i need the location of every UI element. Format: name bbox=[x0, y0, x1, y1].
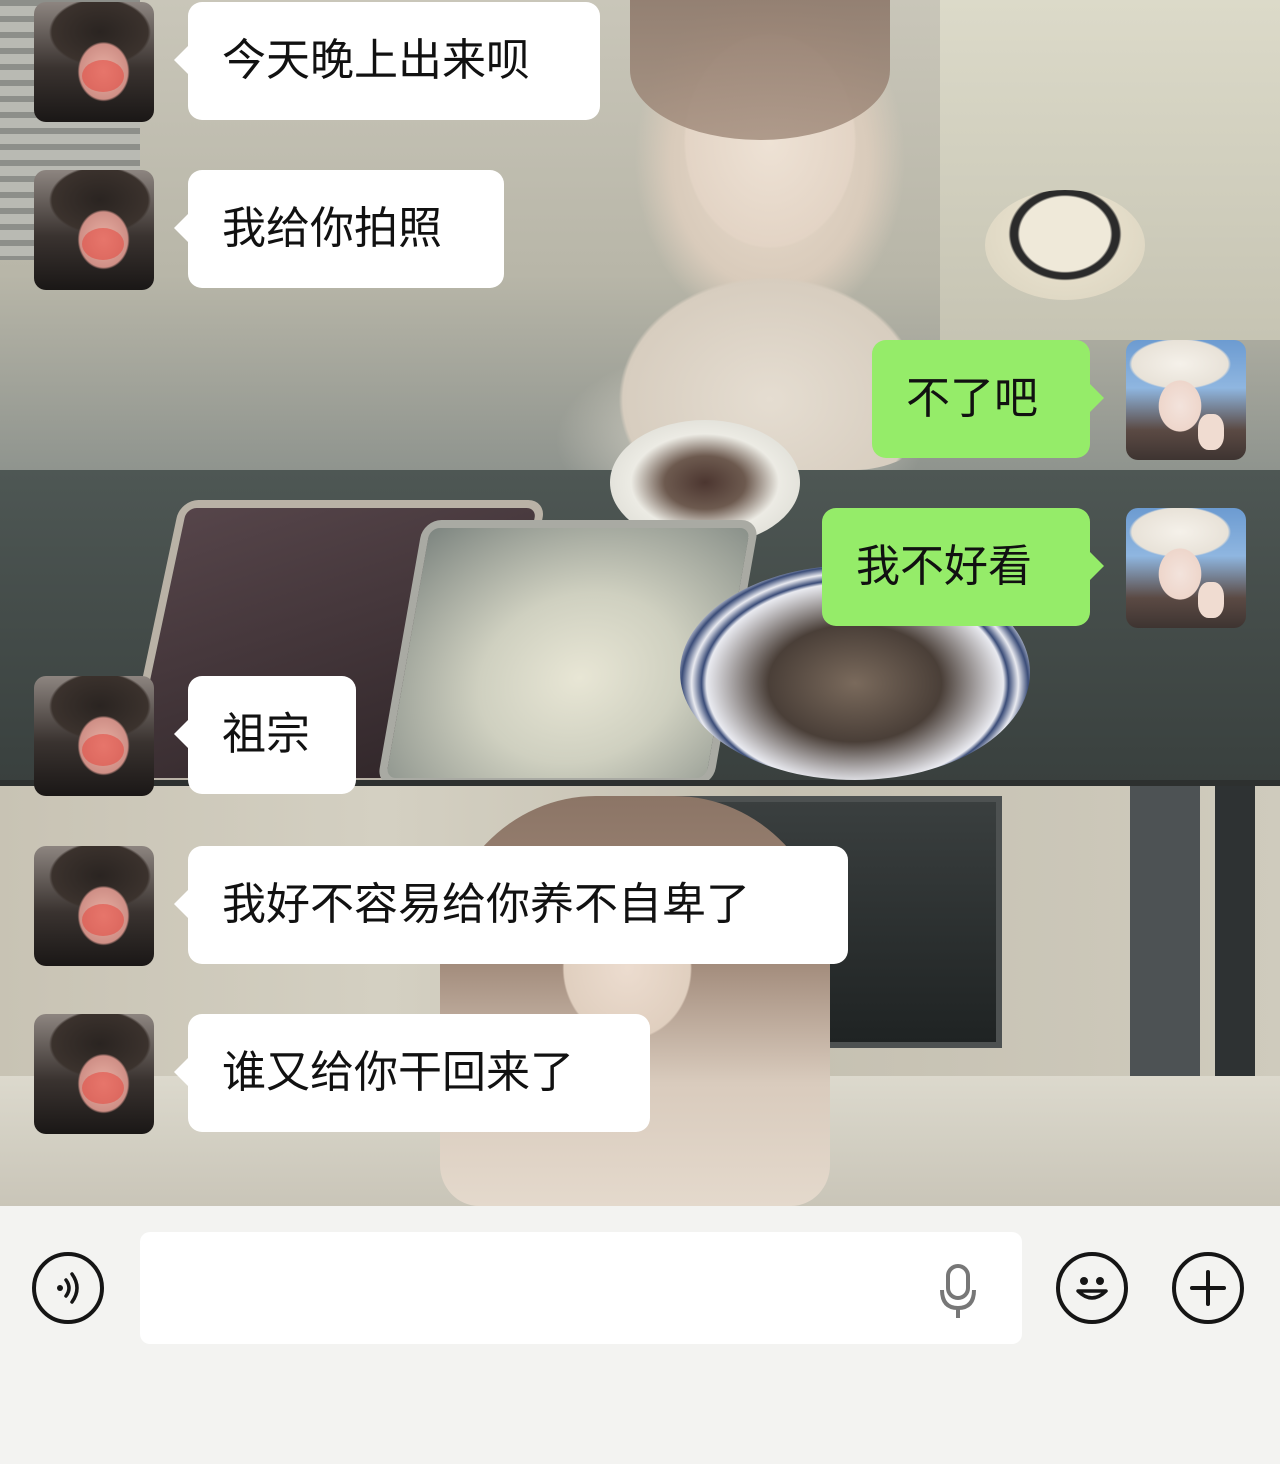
contact-avatar[interactable] bbox=[34, 170, 154, 290]
input-bar bbox=[0, 1206, 1280, 1464]
message-bubble[interactable]: 我不好看 bbox=[822, 508, 1104, 626]
contact-avatar[interactable] bbox=[34, 1014, 154, 1134]
message-bubble[interactable]: 谁又给你干回来了 bbox=[174, 1014, 650, 1132]
contact-avatar[interactable] bbox=[34, 846, 154, 966]
plus-icon bbox=[1190, 1270, 1226, 1306]
microphone-icon[interactable] bbox=[938, 1264, 978, 1320]
emoji-button[interactable] bbox=[1056, 1252, 1128, 1324]
voice-wave-icon bbox=[57, 1272, 79, 1304]
self-avatar[interactable] bbox=[1126, 340, 1246, 460]
smiley-face-icon bbox=[1076, 1277, 1108, 1300]
contact-avatar[interactable] bbox=[34, 2, 154, 122]
message-input[interactable] bbox=[140, 1232, 1022, 1344]
voice-toggle-button[interactable] bbox=[32, 1252, 104, 1324]
more-options-button[interactable] bbox=[1172, 1252, 1244, 1324]
contact-avatar[interactable] bbox=[34, 676, 154, 796]
message-bubble[interactable]: 我给你拍照 bbox=[174, 170, 504, 288]
message-bubble[interactable]: 不了吧 bbox=[872, 340, 1104, 458]
message-bubble[interactable]: 我好不容易给你养不自卑了 bbox=[174, 846, 848, 964]
message-bubble[interactable]: 祖宗 bbox=[174, 676, 356, 794]
self-avatar[interactable] bbox=[1126, 508, 1246, 628]
message-bubble[interactable]: 今天晚上出来呗 bbox=[174, 2, 600, 120]
